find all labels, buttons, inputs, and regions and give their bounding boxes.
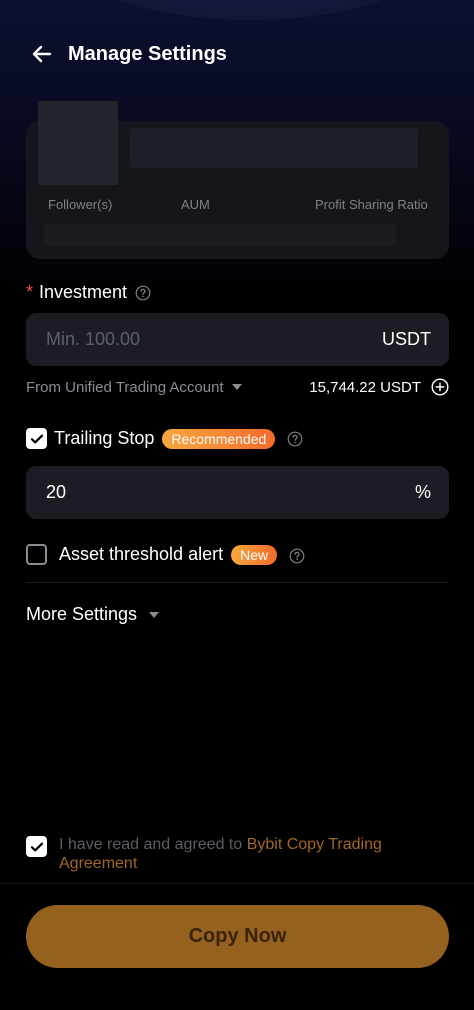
trailing-stop-label: Trailing Stop — [54, 428, 155, 448]
trailing-stop-unit: % — [414, 482, 431, 502]
asset-alert-row: Asset threshold alert New — [26, 544, 305, 565]
agreement-text-prefix: I have read and agreed to — [59, 836, 247, 853]
caret-down-icon — [231, 384, 242, 390]
stat-label-aum: AUM — [181, 197, 210, 212]
available-balance: 15,744.22 USDT — [309, 378, 449, 396]
header: Manage Settings — [26, 36, 227, 72]
help-icon[interactable] — [135, 285, 151, 301]
investment-input[interactable] — [44, 328, 298, 351]
investment-unit: USDT — [382, 329, 431, 349]
new-badge: New — [231, 544, 278, 565]
trailing-stop-checkbox[interactable] — [26, 428, 47, 449]
more-settings-toggle[interactable]: More Settings — [26, 604, 160, 625]
balance-value: 15,744.22 USDT — [309, 378, 421, 396]
help-icon[interactable] — [287, 431, 303, 447]
trailing-stop-input[interactable] — [44, 481, 298, 504]
checkmark-icon — [30, 842, 43, 851]
stat-label-followers: Follower(s) — [48, 197, 113, 212]
footer-divider — [0, 883, 474, 884]
page-title: Manage Settings — [68, 42, 227, 65]
asset-alert-label: Asset threshold alert — [59, 544, 224, 564]
asset-alert-checkbox[interactable] — [26, 544, 47, 565]
stats-values-redacted — [44, 224, 396, 246]
trailing-stop-row: Trailing Stop Recommended — [26, 428, 303, 449]
agreement-checkbox[interactable] — [26, 836, 47, 857]
fund-source-row: From Unified Trading Account 15,744.22 U… — [26, 377, 449, 397]
required-mark: * — [26, 282, 34, 302]
trailing-stop-input-box[interactable]: % — [26, 466, 449, 519]
avatar — [38, 101, 118, 185]
account-selector-label: From Unified Trading Account — [26, 378, 224, 396]
plus-circle-icon[interactable] — [431, 378, 449, 396]
arrow-left-icon[interactable] — [26, 38, 58, 70]
agreement-text: I have read and agreed to Bybit Copy Tra… — [59, 835, 426, 873]
copy-now-button[interactable]: Copy Now — [26, 905, 449, 968]
caret-down-icon — [149, 611, 160, 618]
checkmark-icon — [30, 434, 43, 443]
divider — [26, 582, 449, 583]
investment-label: * Investment — [26, 282, 151, 303]
account-selector[interactable]: From Unified Trading Account — [26, 379, 242, 396]
stat-label-profit-sharing: Profit Sharing Ratio — [315, 197, 428, 212]
agreement-row: I have read and agreed to Bybit Copy Tra… — [26, 835, 426, 873]
trader-name-redacted — [130, 128, 418, 168]
more-settings-label: More Settings — [26, 604, 138, 624]
investment-label-text: Investment — [39, 282, 128, 302]
investment-input-box[interactable]: USDT — [26, 313, 449, 366]
recommended-badge: Recommended — [162, 428, 276, 449]
help-icon[interactable] — [289, 547, 305, 563]
